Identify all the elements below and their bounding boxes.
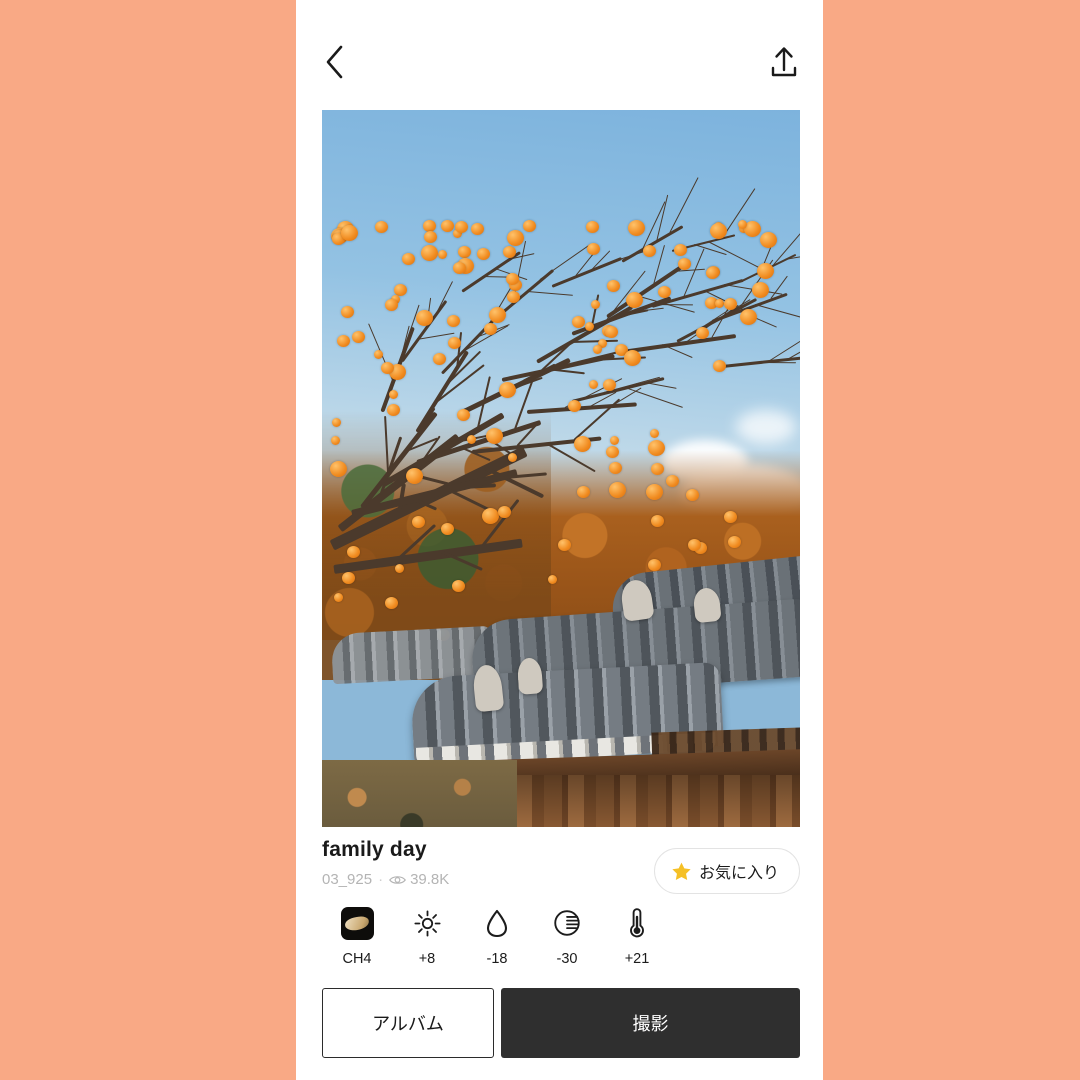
view-count: 39.8K	[410, 871, 450, 888]
temperature-value: +21	[624, 951, 650, 967]
filter-thumb-box	[340, 906, 374, 940]
photo-preview[interactable]	[322, 110, 800, 827]
author-name: 03_925	[322, 871, 373, 888]
phone-panel: family day 03_925 · 39.8K お気に入り CH4 +8 -…	[296, 0, 823, 1080]
cloud	[736, 410, 796, 444]
filter-preset-label: CH4	[342, 951, 372, 967]
favorite-label: お気に入り	[698, 865, 779, 882]
star-icon	[672, 862, 691, 880]
view-count-group: 39.8K	[389, 871, 449, 888]
top-bar	[296, 0, 823, 110]
contrast-value: -30	[556, 951, 578, 967]
temperature-adjust[interactable]: +21	[602, 903, 672, 967]
adjustment-row: CH4 +8 -18 -30 +21	[322, 903, 800, 967]
share-button[interactable]	[759, 37, 809, 87]
brightness-value: +8	[418, 951, 436, 967]
back-button[interactable]	[310, 38, 358, 86]
filter-preset-ch4[interactable]: CH4	[322, 903, 392, 967]
ivy-foliage	[322, 760, 517, 827]
photo-info: family day 03_925 · 39.8K お気に入り	[322, 838, 800, 894]
screen-root: family day 03_925 · 39.8K お気に入り CH4 +8 -…	[0, 0, 1080, 1080]
album-button[interactable]: アルバム	[322, 988, 494, 1058]
photo-image	[322, 110, 800, 827]
saturation-value: -18	[486, 951, 508, 967]
brightness-sun-icon	[413, 903, 441, 943]
saturation-adjust[interactable]: -18	[462, 903, 532, 967]
saturation-drop-icon	[485, 903, 509, 943]
filter-thumbnail-icon	[340, 903, 374, 943]
temperature-thermometer-icon	[628, 903, 646, 943]
contrast-adjust[interactable]: -30	[532, 903, 602, 967]
shoot-button[interactable]: 撮影	[501, 988, 800, 1058]
chevron-left-icon	[326, 45, 343, 79]
share-upload-icon	[771, 47, 797, 77]
meta-separator: ·	[378, 871, 384, 888]
brightness-adjust[interactable]: +8	[392, 903, 462, 967]
filter-thumb-image	[344, 914, 370, 932]
action-button-row: アルバム 撮影	[322, 988, 800, 1058]
contrast-circle-icon	[553, 903, 581, 943]
eye-icon	[389, 875, 407, 884]
wall-shading	[492, 775, 800, 827]
favorite-button[interactable]: お気に入り	[653, 848, 800, 894]
